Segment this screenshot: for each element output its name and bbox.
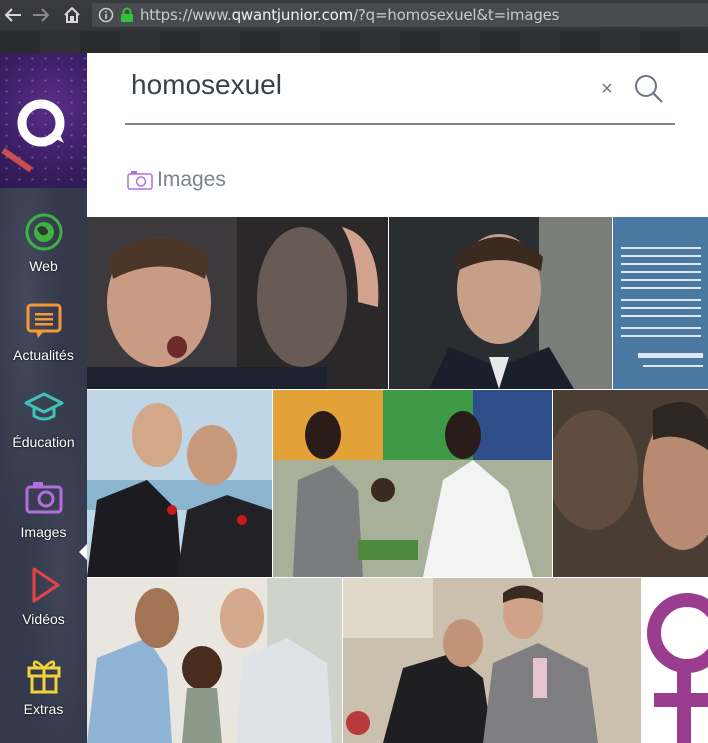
sidebar: Web Actualités Éducation Images Vidéos E… [0, 53, 87, 743]
back-arrow-icon [4, 8, 21, 22]
sidebar-item-actualites[interactable]: Actualités [0, 301, 87, 387]
news-icon [26, 303, 61, 338]
web-globe-icon [25, 213, 62, 251]
image-result[interactable] [642, 578, 708, 743]
sidebar-item-label: Web [29, 258, 58, 274]
qwant-junior-logo [1, 99, 65, 173]
main-content: homosexuel × Images [87, 53, 708, 743]
search-icon[interactable] [633, 73, 665, 105]
sidebar-item-web[interactable]: Web [0, 212, 87, 298]
gift-icon [27, 660, 60, 694]
image-result[interactable] [87, 578, 342, 743]
image-thumbnail [553, 390, 708, 577]
forward-arrow-icon [33, 8, 50, 22]
image-thumbnail [389, 217, 612, 389]
active-indicator [79, 543, 87, 561]
sidebar-item-videos[interactable]: Vidéos [0, 565, 87, 651]
graduation-cap-icon [24, 392, 63, 421]
toolbar-strip [0, 31, 708, 53]
camera-icon [25, 482, 62, 514]
image-thumbnail [87, 578, 342, 743]
image-thumbnail [343, 578, 641, 743]
images-section-header: Images [127, 167, 226, 193]
browser-chrome: https://www.qwantjunior.com/?q=homosexue… [0, 0, 708, 53]
image-result[interactable] [553, 390, 708, 577]
home-button[interactable] [61, 4, 83, 26]
sidebar-item-images[interactable]: Images [0, 478, 87, 564]
search-bar: homosexuel × [125, 53, 675, 125]
image-result[interactable] [87, 217, 388, 389]
sidebar-item-label: Extras [23, 701, 64, 717]
address-bar[interactable]: https://www.qwantjunior.com/?q=homosexue… [92, 3, 708, 27]
url-domain: qwantjunior.com [231, 6, 354, 24]
image-result[interactable] [343, 578, 641, 743]
home-icon [64, 6, 80, 23]
image-thumbnail [87, 217, 388, 389]
url-scheme: https://www. [140, 6, 232, 24]
search-input[interactable]: homosexuel [131, 69, 282, 101]
image-result[interactable] [87, 390, 272, 577]
image-result[interactable] [273, 390, 552, 577]
forward-button[interactable] [30, 4, 52, 26]
image-thumbnail [613, 217, 708, 389]
image-thumbnail [87, 390, 272, 577]
image-thumbnail [642, 578, 708, 743]
info-icon[interactable] [98, 7, 114, 23]
camera-icon [127, 171, 153, 190]
sidebar-item-label: Images [20, 524, 67, 540]
sidebar-item-label: Éducation [12, 434, 75, 450]
url-path: /?q=homosexuel&t=images [353, 6, 560, 24]
back-button[interactable] [2, 4, 24, 26]
clear-search-button[interactable]: × [597, 77, 617, 101]
image-result[interactable] [613, 217, 708, 389]
section-title: Images [157, 168, 226, 191]
sidebar-item-label: Vidéos [22, 611, 65, 627]
secure-lock-icon [121, 7, 133, 22]
sidebar-item-extras[interactable]: Extras [0, 655, 87, 741]
url-text: https://www.qwantjunior.com/?q=homosexue… [140, 6, 559, 24]
sidebar-item-education[interactable]: Éducation [0, 388, 87, 474]
sidebar-item-label: Actualités [13, 347, 74, 363]
image-result[interactable] [389, 217, 612, 389]
image-thumbnail [273, 390, 552, 577]
logo-area[interactable] [0, 53, 87, 188]
play-icon [32, 567, 59, 603]
